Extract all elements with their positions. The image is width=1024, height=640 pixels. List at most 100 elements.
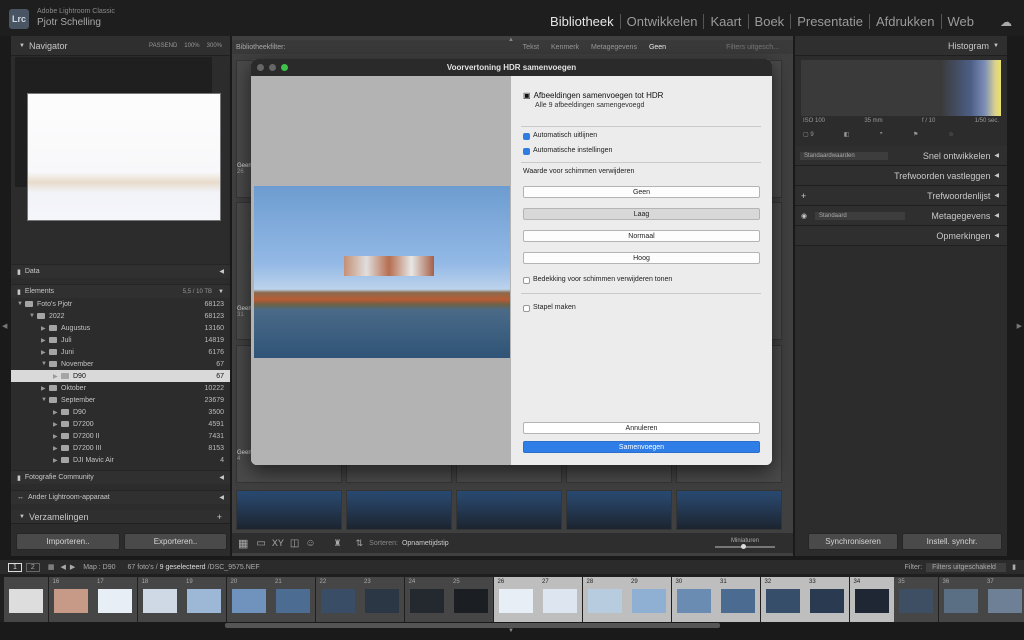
- folder-row[interactable]: ▶ D7200 II 7431: [11, 430, 230, 442]
- sync-button[interactable]: Synchroniseren: [808, 533, 898, 550]
- navigator-preview-image[interactable]: [27, 93, 221, 221]
- module-web[interactable]: Web: [940, 14, 981, 29]
- zoom-300[interactable]: 300%: [207, 43, 222, 49]
- deghost-normaal-option[interactable]: Normaal: [523, 230, 760, 242]
- left-panel-toggle-icon[interactable]: ◀: [2, 322, 7, 330]
- stack-checkbox[interactable]: [523, 305, 530, 312]
- filmstrip-thumb[interactable]: 30: [671, 577, 716, 622]
- zoom-window-icon[interactable]: [281, 64, 288, 71]
- export-button[interactable]: Exporteren..: [124, 533, 227, 550]
- filter-kenmerk[interactable]: Kenmerk: [551, 44, 579, 51]
- folder-row[interactable]: ▶ Oktober 10222: [11, 382, 230, 394]
- import-button[interactable]: Importeren..: [16, 533, 120, 550]
- crop-icon[interactable]: ▢: [803, 132, 809, 138]
- filmstrip-thumb[interactable]: 33: [805, 577, 849, 622]
- filmstrip-thumb[interactable]: 27: [538, 577, 582, 622]
- filmstrip-thumb[interactable]: 36: [938, 577, 983, 622]
- filmstrip-thumb[interactable]: 19: [182, 577, 226, 622]
- folder-row[interactable]: ▶ Augustus 13160: [11, 322, 230, 334]
- folder-disclosure-icon[interactable]: ▼: [41, 397, 49, 403]
- overlay-checkbox[interactable]: [523, 277, 530, 284]
- add-keyword-icon[interactable]: +: [801, 191, 806, 201]
- histogram-header[interactable]: Histogram ▼: [795, 36, 1007, 56]
- merge-button[interactable]: Samenvoegen: [523, 441, 760, 453]
- user-name[interactable]: Pjotr Schelling: [37, 17, 101, 28]
- metadata-preset-select[interactable]: Standaard: [815, 211, 905, 220]
- page-2-button[interactable]: 2: [25, 562, 40, 572]
- filmstrip-thumb[interactable]: 34: [849, 577, 894, 622]
- folder-disclosure-icon[interactable]: ▼: [17, 301, 25, 307]
- filmstrip-filter-select[interactable]: Filters uitgeschakeld: [926, 562, 1007, 572]
- filmstrip-thumb[interactable]: 20: [226, 577, 271, 622]
- grid-cell[interactable]: [676, 490, 782, 530]
- topbar-toggle-icon[interactable]: ▲: [508, 37, 514, 43]
- filmstrip-thumb[interactable]: 24: [404, 577, 449, 622]
- forward-arrow-icon[interactable]: ▶: [70, 563, 75, 571]
- module-presentatie[interactable]: Presentatie: [790, 14, 869, 29]
- folder-row[interactable]: ▶ D90 67: [11, 370, 230, 382]
- folder-disclosure-icon[interactable]: ▶: [53, 457, 61, 464]
- source-map[interactable]: Map : D90: [83, 564, 115, 571]
- folder-row[interactable]: ▶ Juli 14819: [11, 334, 230, 346]
- grid-cell[interactable]: [236, 490, 342, 530]
- eye-icon[interactable]: ◉: [801, 212, 807, 220]
- filmstrip-toggle-icon[interactable]: ▼: [508, 628, 514, 634]
- folder-row[interactable]: ▶ DJI Mavic Air 4: [11, 454, 230, 466]
- folder-disclosure-icon[interactable]: ▶: [53, 409, 61, 416]
- filmstrip-thumb[interactable]: 21: [271, 577, 315, 622]
- module-boek[interactable]: Boek: [747, 14, 791, 29]
- data-section[interactable]: ▮ Data ◀: [11, 264, 230, 278]
- filter-geen[interactable]: Geen: [649, 44, 666, 51]
- filmstrip-thumb[interactable]: 26: [493, 577, 538, 622]
- cancel-button[interactable]: Annuleren: [523, 422, 760, 434]
- grid-cell[interactable]: [456, 490, 562, 530]
- folder-row[interactable]: ▼ September 23679: [11, 394, 230, 406]
- auto-align-checkbox[interactable]: [523, 133, 530, 140]
- loupe-view-icon[interactable]: ▭: [256, 538, 265, 549]
- auto-settings-checkbox[interactable]: [523, 148, 530, 155]
- folder-disclosure-icon[interactable]: ▶: [53, 433, 61, 440]
- filmstrip-thumb[interactable]: 28: [582, 577, 627, 622]
- folder-disclosure-icon[interactable]: ▶: [53, 373, 61, 380]
- filmstrip-thumb[interactable]: 18: [137, 577, 182, 622]
- folder-row[interactable]: ▼ 2022 68123: [11, 310, 230, 322]
- verzamelingen-header[interactable]: ▼ Verzamelingen +: [11, 510, 230, 524]
- sync-settings-button[interactable]: Instell. synchr.: [902, 533, 1002, 550]
- filmstrip-thumb[interactable]: 29: [627, 577, 671, 622]
- opmerkingen-header[interactable]: Opmerkingen ◀: [795, 226, 1007, 246]
- filmstrip-thumb[interactable]: 23: [360, 577, 404, 622]
- folder-row[interactable]: ▶ Juni 6176: [11, 346, 230, 358]
- fotografie-community-section[interactable]: ▮ Fotografie Community ◀: [11, 470, 230, 484]
- filter-presets[interactable]: Filters uitgesch...: [726, 44, 779, 51]
- filmstrip-scrollbar[interactable]: [225, 623, 720, 628]
- metagegevens-header[interactable]: ◉ Standaard Metagegevens ◀: [795, 206, 1007, 226]
- filmstrip-thumb[interactable]: 31: [716, 577, 760, 622]
- minimize-window-icon[interactable]: [269, 64, 276, 71]
- module-afdrukken[interactable]: Afdrukken: [868, 14, 941, 29]
- zoom-100[interactable]: 100%: [184, 43, 199, 49]
- filmstrip-thumb[interactable]: 17: [93, 577, 137, 622]
- elements-section[interactable]: ▮ Elements 5,5 / 10 TB ▼: [11, 284, 230, 298]
- folder-disclosure-icon[interactable]: ▶: [53, 445, 61, 452]
- folder-disclosure-icon[interactable]: ▶: [41, 385, 49, 392]
- back-arrow-icon[interactable]: ◀: [60, 563, 65, 571]
- folder-row[interactable]: ▼ Foto's Pjotr 68123: [11, 298, 230, 310]
- module-ontwikkelen[interactable]: Ontwikkelen: [619, 14, 704, 29]
- module-bibliotheek[interactable]: Bibliotheek: [544, 14, 620, 29]
- zoom-fit[interactable]: PASSEND: [149, 43, 177, 49]
- sort-direction-icon[interactable]: ⇅: [356, 538, 364, 549]
- compare-view-icon[interactable]: XY: [272, 538, 284, 548]
- folder-disclosure-icon[interactable]: ▶: [41, 337, 49, 344]
- folder-row[interactable]: ▶ D7200 4591: [11, 418, 230, 430]
- filmstrip-thumb[interactable]: 35: [894, 577, 938, 622]
- folder-row[interactable]: ▼ November 67: [11, 358, 230, 370]
- cloud-icon[interactable]: ☁: [1000, 15, 1012, 29]
- ander-apparaat-section[interactable]: ↔ Ander Lightroom-apparaat ◀: [11, 490, 230, 504]
- folder-disclosure-icon[interactable]: ▶: [41, 349, 49, 356]
- right-panel-toggle-icon[interactable]: ▶: [1017, 322, 1022, 330]
- folder-row[interactable]: ▶ D90 3500: [11, 406, 230, 418]
- survey-view-icon[interactable]: ◫: [290, 538, 299, 549]
- snel-ontwikkelen-header[interactable]: Standaardwaarden Snel ontwikkelen ◀: [795, 146, 1007, 166]
- people-view-icon[interactable]: ☺: [305, 538, 315, 549]
- grid-icon[interactable]: ▦: [48, 563, 55, 571]
